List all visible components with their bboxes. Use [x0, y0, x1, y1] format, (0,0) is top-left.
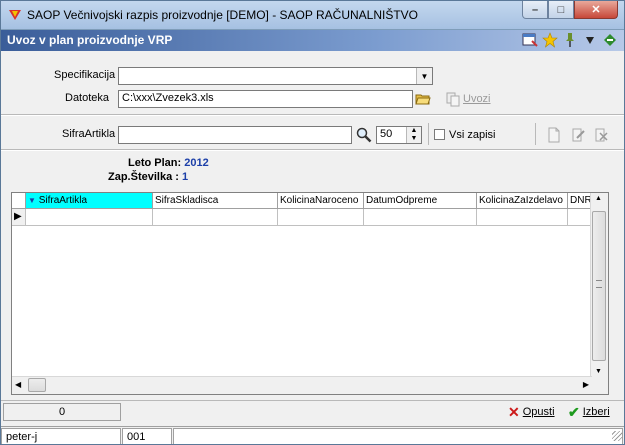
title-bar[interactable]: SAOP Večnivojski razpis proizvodnje [DEM… — [1, 1, 624, 30]
zap-stevilka-row: Zap.Številka : 1 — [108, 171, 188, 183]
record-count: 0 — [58, 406, 66, 418]
row-indicator[interactable]: ▶ — [12, 209, 26, 226]
record-count-box: 0 — [3, 403, 121, 421]
stepper-up-icon[interactable]: ▲ — [407, 127, 421, 135]
divider — [428, 123, 429, 145]
vertical-scrollbar[interactable]: ▲ ▼ — [590, 193, 608, 377]
status-code-box: 001 — [122, 428, 172, 444]
exit-icon[interactable] — [602, 32, 618, 48]
grid-cell[interactable] — [26, 209, 153, 226]
close-icon: ✕ — [591, 4, 601, 16]
record-count-value: 50 — [380, 128, 393, 140]
column-header-label: KolicinaNaroceno — [280, 195, 359, 206]
resize-grip-icon[interactable] — [612, 431, 622, 441]
grid-cell[interactable] — [364, 209, 477, 226]
chevron-down-icon: ▼ — [420, 71, 429, 81]
row-indicator-header — [12, 193, 26, 209]
uvozi-button[interactable]: Uvozi — [463, 93, 491, 105]
scroll-up-icon[interactable]: ▲ — [595, 195, 602, 202]
specifikacija-dropdown-button[interactable]: ▼ — [416, 68, 432, 84]
status-user-box: peter-j — [1, 428, 121, 444]
sort-desc-icon: ▼ — [28, 196, 36, 205]
status-code: 001 — [127, 431, 146, 443]
close-button[interactable]: ✕ — [574, 1, 618, 19]
minimize-icon: – — [531, 3, 539, 16]
vsi-zapisi-label: Vsi zapisi — [449, 129, 496, 141]
vertical-scroll-thumb[interactable] — [592, 211, 606, 361]
grid-cell[interactable] — [153, 209, 278, 226]
status-empty-box — [173, 428, 623, 444]
grip-icon — [596, 280, 602, 288]
divider — [535, 123, 536, 145]
scroll-corner — [591, 377, 608, 394]
select-label: Izberi — [582, 406, 610, 418]
column-header-datum-odpreme[interactable]: DatumOdpreme — [364, 193, 477, 209]
grid-cell[interactable] — [477, 209, 568, 226]
scroll-down-icon[interactable]: ▼ — [595, 368, 602, 375]
grid-cell[interactable] — [278, 209, 364, 226]
column-header-sifra-artikla[interactable]: ▼ SifraArtikla — [26, 193, 153, 209]
status-user: peter-j — [6, 431, 38, 443]
form-header: Uvoz v plan proizvodnje VRP — [1, 30, 624, 51]
zap-stevilka-value: 1 — [181, 171, 189, 183]
specifikacija-label: Specifikacija — [54, 69, 116, 81]
sifra-artikla-label: SifraArtikla — [62, 128, 116, 140]
cancel-button[interactable]: ✕ Opusti — [508, 405, 555, 419]
horizontal-scroll-thumb[interactable] — [28, 378, 46, 392]
grid-settings-icon[interactable] — [522, 32, 538, 48]
delete-record-icon[interactable] — [593, 127, 609, 143]
divider — [1, 150, 624, 151]
scroll-right-icon[interactable]: ▶ — [583, 380, 589, 389]
leto-plan-label: Leto Plan: — [128, 157, 182, 169]
scroll-left-icon[interactable]: ◀ — [15, 380, 21, 389]
minimize-button[interactable]: – — [522, 1, 548, 19]
column-header-label: KolicinaZaIzdelavo — [479, 195, 563, 206]
pin-icon[interactable] — [562, 32, 578, 48]
maximize-icon: □ — [557, 3, 565, 16]
close-x-icon: ✕ — [508, 404, 520, 420]
import-icon — [446, 92, 460, 107]
column-header-dn-rok[interactable]: DNRokI — [568, 193, 592, 209]
status-bar: peter-j 001 — [1, 426, 624, 444]
checkmark-icon: ✔ — [568, 404, 580, 420]
form-title: Uvoz v plan proizvodnje VRP — [7, 33, 173, 47]
column-header-kolicina-naroceno[interactable]: KolicinaNaroceno — [278, 193, 364, 209]
column-header-label: SifraSkladisca — [155, 195, 219, 206]
arrow-down-icon[interactable] — [582, 32, 598, 48]
stepper-down-icon[interactable]: ▼ — [407, 135, 421, 143]
datoteka-input[interactable]: C:\xxx\Zvezek3.xls — [118, 90, 413, 108]
leto-plan-value: 2012 — [184, 157, 209, 169]
column-header-label: SifraArtikla — [38, 195, 88, 206]
maximize-button[interactable]: □ — [548, 1, 574, 19]
horizontal-scrollbar[interactable]: ◀ ▶ — [12, 376, 592, 394]
datoteka-value: C:\xxx\Zvezek3.xls — [122, 92, 214, 104]
grid-cell[interactable] — [568, 209, 592, 226]
divider — [1, 115, 624, 116]
datoteka-label: Datoteka — [65, 92, 110, 104]
column-header-kolicina-za-izdelavo[interactable]: KolicinaZaIzdelavo — [477, 193, 568, 209]
vsi-zapisi-checkbox[interactable] — [434, 129, 445, 140]
zap-stevilka-label: Zap.Številka : — [108, 171, 179, 183]
sifra-artikla-input[interactable] — [118, 126, 352, 144]
cancel-label: Opusti — [522, 406, 555, 418]
column-header-label: DatumOdpreme — [366, 195, 438, 206]
leto-plan-row: Leto Plan: 2012 — [128, 157, 209, 169]
stepper-buttons[interactable]: ▲ ▼ — [406, 127, 421, 143]
divider — [1, 400, 624, 401]
open-folder-icon[interactable] — [415, 91, 431, 107]
window-title: SAOP Večnivojski razpis proizvodnje [DEM… — [27, 8, 419, 22]
record-count-stepper[interactable]: 50 ▲ ▼ — [376, 126, 422, 144]
current-row-icon: ▶ — [14, 211, 22, 222]
new-record-icon[interactable] — [546, 127, 562, 143]
column-header-sifra-skladisca[interactable]: SifraSkladisca — [153, 193, 278, 209]
data-grid[interactable]: ▼ SifraArtikla SifraSkladisca KolicinaNa… — [11, 192, 609, 395]
select-button[interactable]: ✔ Izberi — [568, 405, 610, 419]
app-logo-icon — [9, 10, 21, 20]
search-icon[interactable] — [356, 127, 372, 143]
edit-record-icon[interactable] — [570, 127, 586, 143]
column-header-label: DNRokI — [570, 195, 592, 206]
favorite-star-icon[interactable] — [542, 32, 558, 48]
specifikacija-dropdown[interactable]: ▼ — [118, 67, 433, 85]
app-window: SAOP Večnivojski razpis proizvodnje [DEM… — [0, 0, 625, 445]
